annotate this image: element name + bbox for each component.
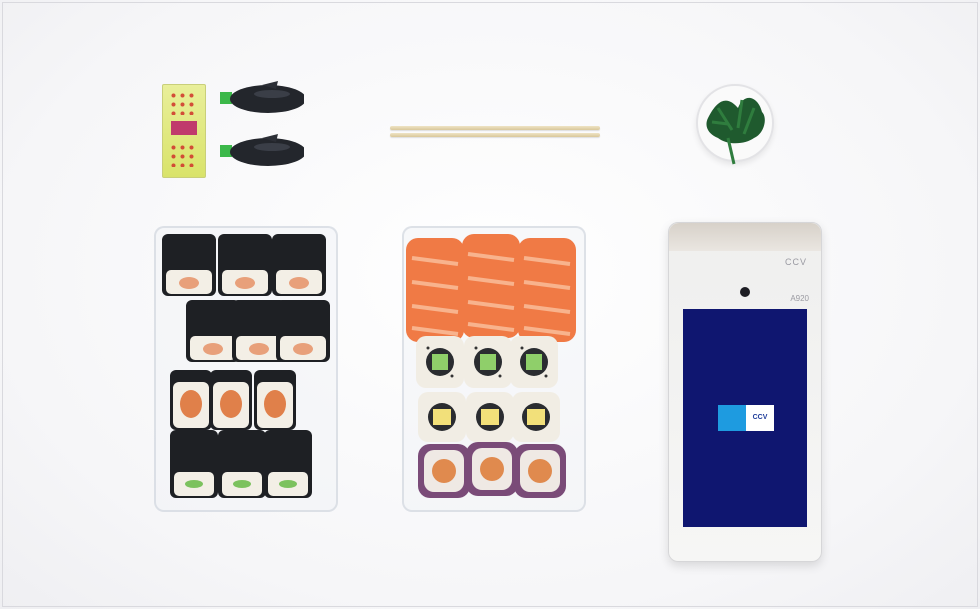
seaweed-salad <box>706 97 765 165</box>
purple-rice-uramaki <box>514 444 566 498</box>
screen-logo-ccv: CCV <box>746 405 774 431</box>
terminal-screen: CCV <box>683 309 807 527</box>
salmon-nigiri <box>516 236 578 344</box>
terminal-model: A920 <box>790 294 809 303</box>
terminal-printer-cap <box>669 223 821 251</box>
chopstick-bottom <box>390 133 600 137</box>
egg-uramaki <box>418 392 466 442</box>
egg-uramaki <box>512 392 560 442</box>
seaweed-salad-cup <box>696 84 774 165</box>
maki-rolls <box>162 234 330 498</box>
sachet-label <box>171 121 197 135</box>
photo-scene: CCV A920 CCV <box>0 0 980 609</box>
cucumber-uramaki <box>416 336 464 388</box>
soy-fish-bottle-top <box>220 81 304 113</box>
spicy-maki-roll <box>210 370 252 430</box>
screen-logo-blue <box>718 405 746 431</box>
maki-roll <box>218 234 272 296</box>
cucumber-maki-roll <box>170 430 218 498</box>
egg-uramaki <box>466 392 514 442</box>
maki-roll <box>162 234 216 296</box>
salmon-nigiri <box>460 232 522 340</box>
sachet-pattern <box>169 91 197 115</box>
terminal-brand: CCV <box>784 257 807 267</box>
nigiri-and-uramaki <box>404 232 578 498</box>
cucumber-uramaki <box>510 336 558 388</box>
purple-rice-uramaki <box>466 442 518 496</box>
soy-fish-bottle-bottom <box>220 134 304 166</box>
spicy-maki-roll <box>254 370 296 430</box>
salmon-nigiri <box>404 236 466 344</box>
maki-roll <box>276 300 330 362</box>
purple-rice-uramaki <box>418 444 470 498</box>
soy-sauce-sachet <box>162 84 206 178</box>
cucumber-uramaki <box>464 336 512 388</box>
maki-roll <box>186 300 240 362</box>
maki-roll <box>272 234 326 296</box>
camera-icon <box>740 287 750 297</box>
cucumber-maki-roll <box>218 430 266 498</box>
chopstick-top <box>390 126 600 130</box>
screen-logo: CCV <box>718 405 774 431</box>
spicy-maki-roll <box>170 370 212 430</box>
sachet-pattern-lower <box>169 143 197 167</box>
cucumber-maki-roll <box>264 430 312 498</box>
payment-terminal: CCV A920 CCV <box>668 222 822 562</box>
